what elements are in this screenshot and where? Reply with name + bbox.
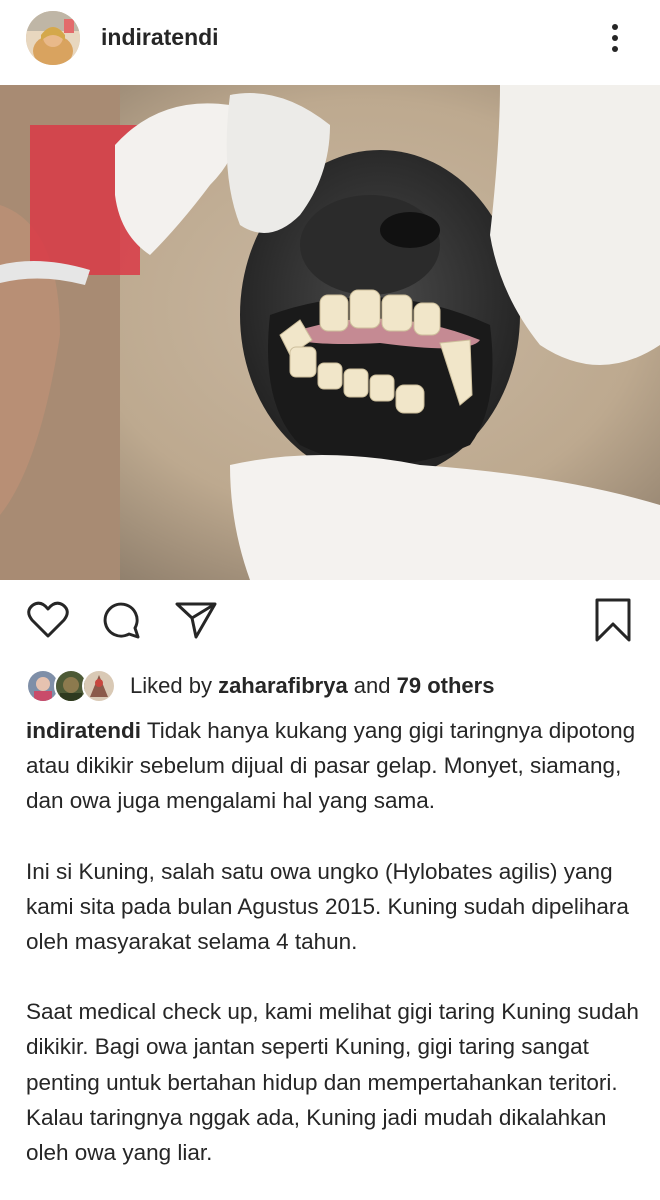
more-vertical-icon[interactable] bbox=[600, 18, 630, 58]
avatar-image bbox=[26, 11, 80, 65]
likes-count[interactable]: 79 others bbox=[397, 673, 495, 698]
caption-username[interactable]: indiratendi bbox=[26, 718, 141, 743]
bookmark-icon[interactable] bbox=[589, 596, 637, 644]
action-bar bbox=[0, 596, 660, 648]
liker-avatar bbox=[82, 669, 116, 703]
likes-row[interactable]: Liked by zaharafibrya and 79 others bbox=[26, 669, 646, 703]
caption-paragraph-1: indiratendi Tidak hanya kukang yang gigi… bbox=[26, 713, 646, 819]
gibbon-teeth-photo bbox=[0, 85, 660, 580]
heart-icon[interactable] bbox=[24, 596, 72, 644]
post-caption: indiratendi Tidak hanya kukang yang gigi… bbox=[26, 713, 646, 1170]
send-icon[interactable] bbox=[172, 596, 220, 644]
caption-paragraph-2: Ini si Kuning, salah satu owa ungko (Hyl… bbox=[26, 858, 629, 955]
post-header: indiratendi bbox=[0, 0, 660, 82]
liker-avatars bbox=[26, 669, 122, 703]
comment-icon[interactable] bbox=[97, 596, 145, 644]
likes-and: and bbox=[347, 673, 397, 698]
post-photo[interactable] bbox=[0, 85, 660, 580]
avatar[interactable] bbox=[26, 11, 80, 65]
post-username[interactable]: indiratendi bbox=[101, 24, 219, 51]
liker-username[interactable]: zaharafibrya bbox=[218, 673, 348, 698]
likes-prefix: Liked by bbox=[130, 673, 219, 698]
caption-paragraph-3: Saat medical check up, kami melihat gigi… bbox=[26, 999, 639, 1166]
likes-text: Liked by zaharafibrya and 79 others bbox=[130, 673, 494, 699]
